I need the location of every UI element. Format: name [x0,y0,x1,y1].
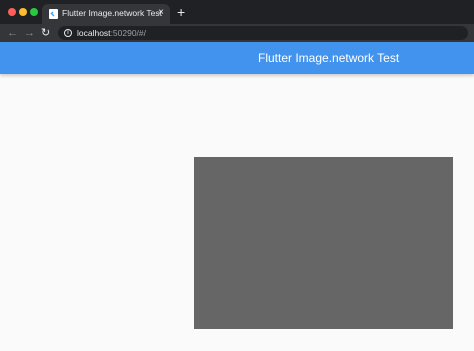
url-host: localhost [77,28,111,38]
tab-active[interactable]: Flutter Image.network Test × [42,4,170,24]
close-window-button[interactable] [8,8,16,16]
url-text: localhost:50290/#/ [77,27,146,39]
browser-toolbar: ← → ↻ i localhost:50290/#/ [0,24,474,42]
address-bar[interactable]: i localhost:50290/#/ [58,26,468,40]
arrow-right-icon[interactable]: → [24,26,35,40]
new-tab-button[interactable]: + [177,4,185,20]
tab-title: Flutter Image.network Test [62,8,162,18]
arrow-left-icon[interactable]: ← [7,26,18,40]
close-icon[interactable]: × [158,7,164,19]
flutter-logo-icon [49,9,58,19]
url-path: :50290/#/ [110,28,147,38]
maximize-window-button[interactable] [30,8,38,16]
page-title: Flutter Image.network Test [258,51,400,65]
reload-icon[interactable]: ↻ [41,26,50,40]
network-image [194,157,453,329]
app-bar: Flutter Image.network Test [0,42,474,74]
tab-strip: Flutter Image.network Test × + [0,0,474,24]
minimize-window-button[interactable] [19,8,27,16]
info-icon[interactable]: i [64,29,72,37]
browser-window: Flutter Image.network Test × + ← → ↻ i l… [0,0,474,351]
